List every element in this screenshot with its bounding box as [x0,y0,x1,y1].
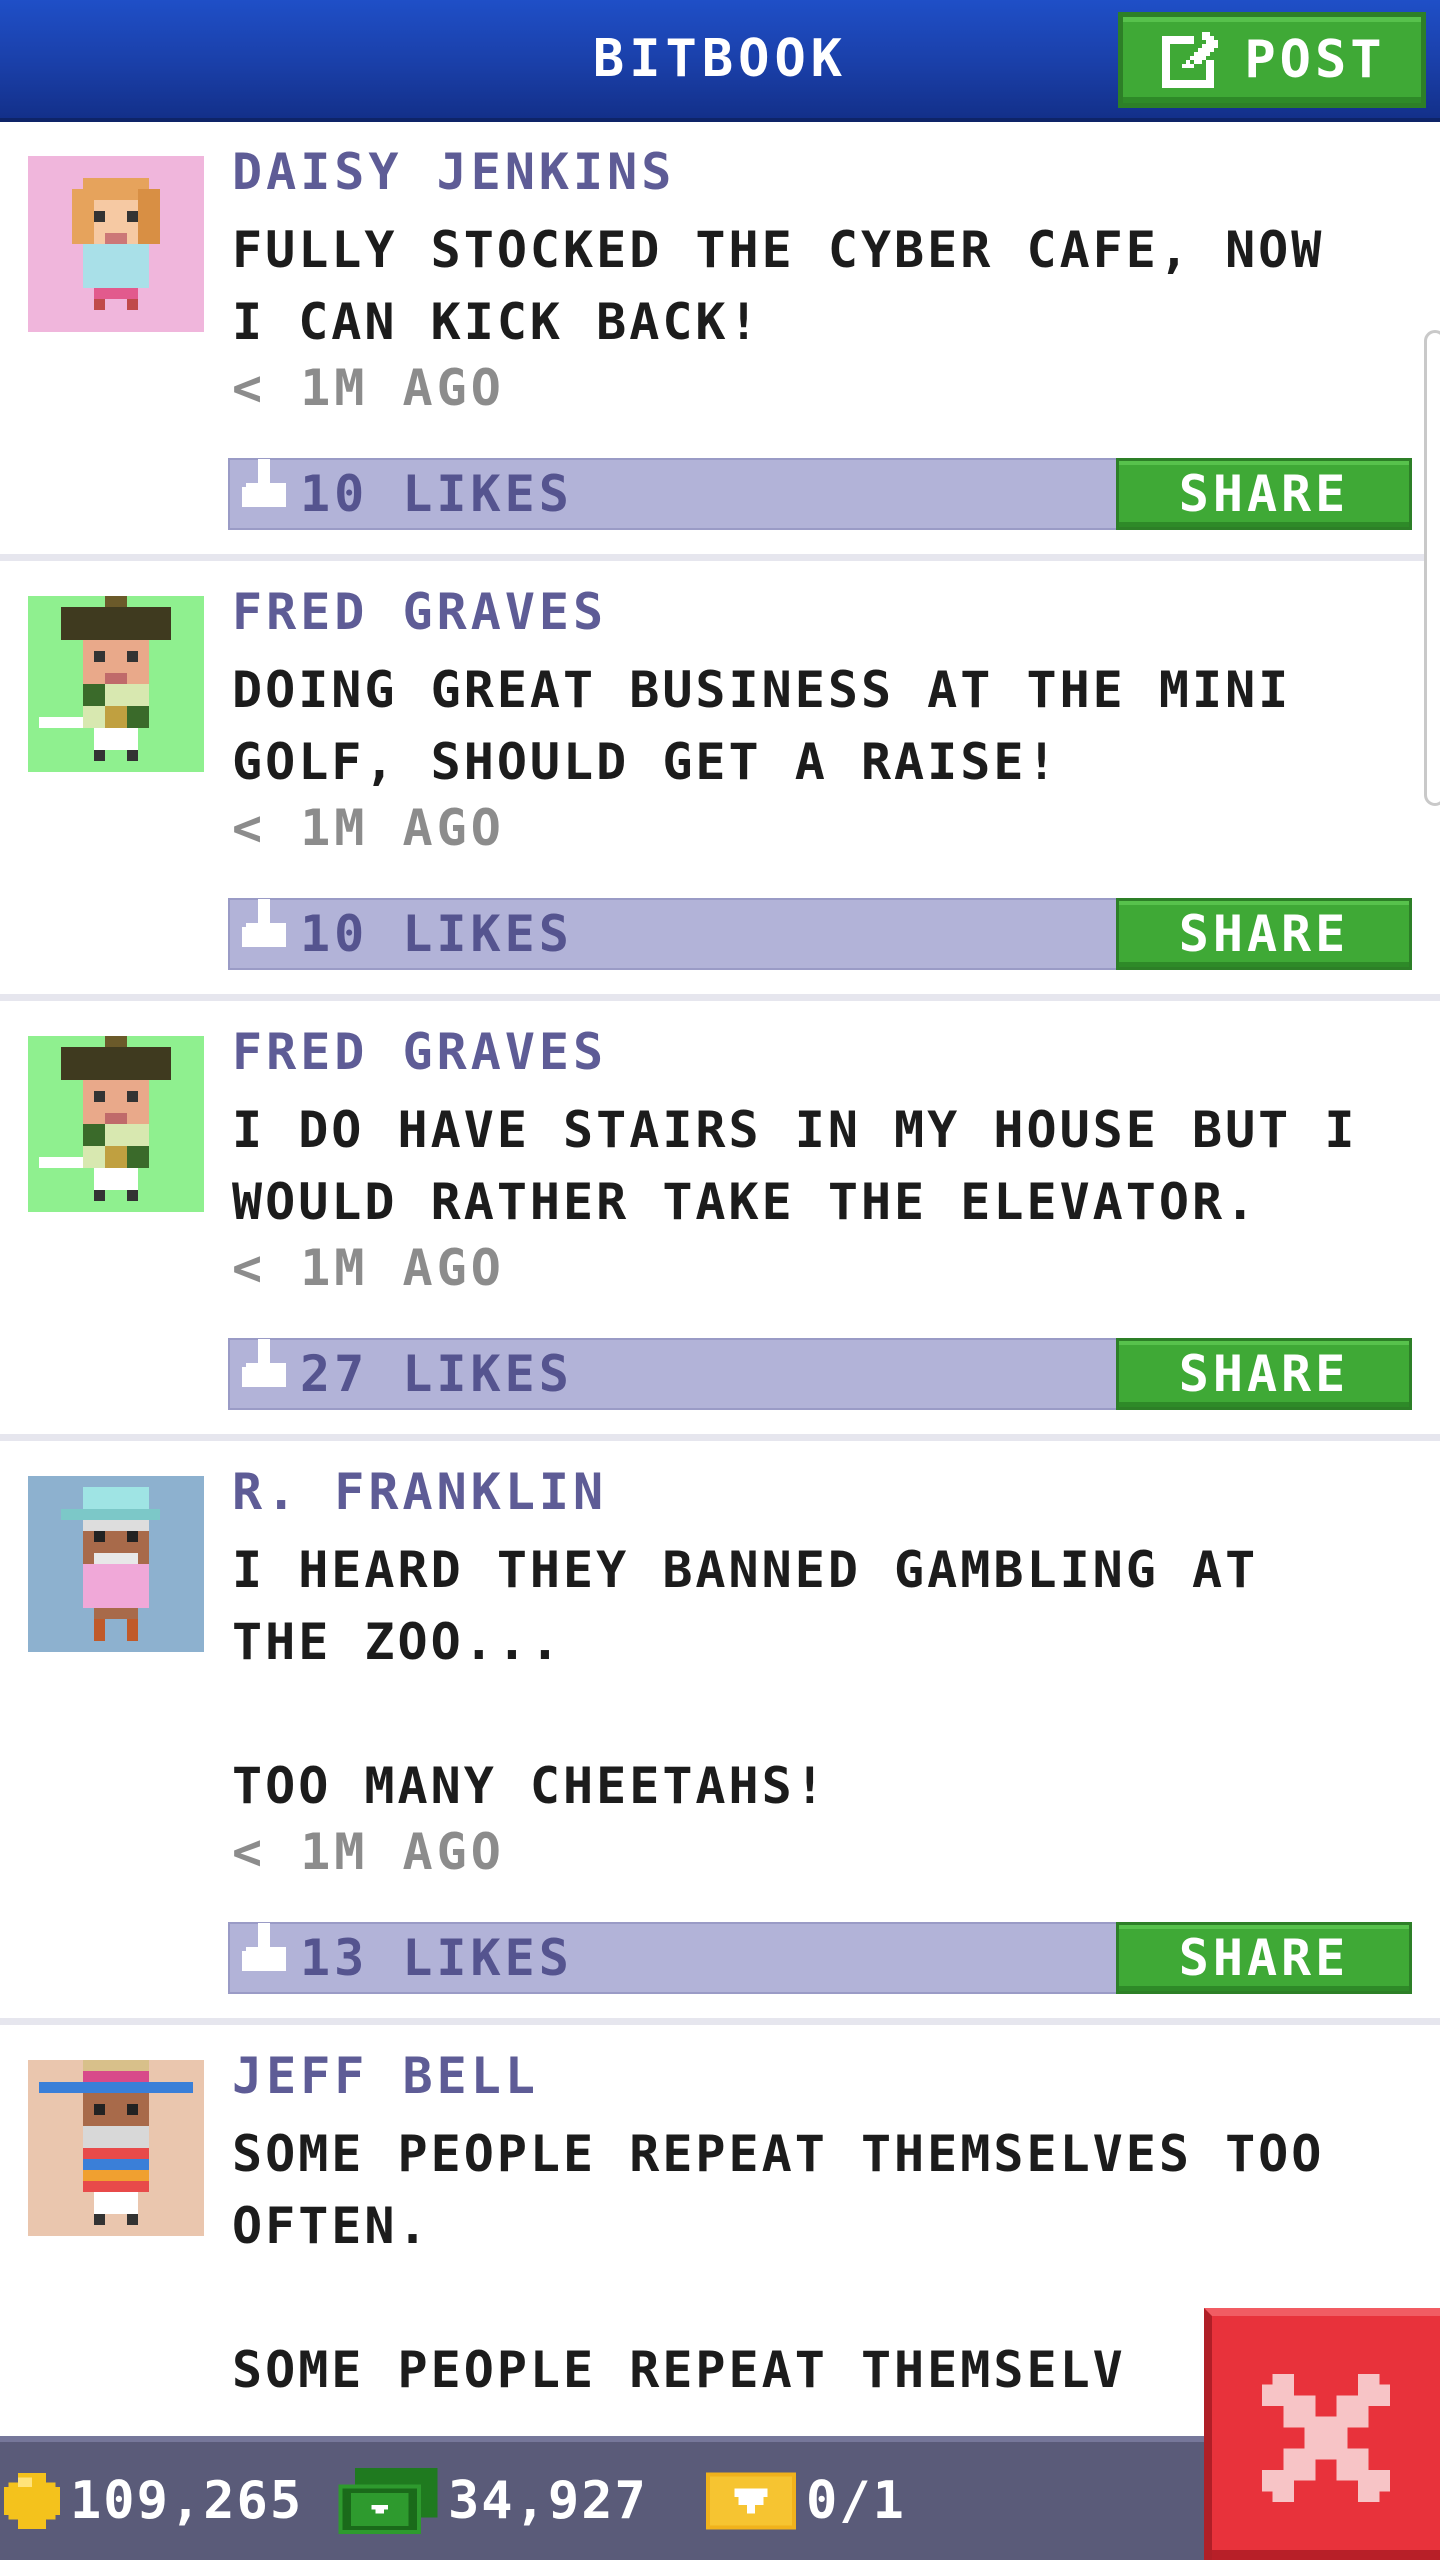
bux-icon [338,2468,438,2534]
coins-stat: 109,265 [4,2442,303,2560]
share-button[interactable]: SHARE [1116,898,1412,970]
feed-post: FRED GRAVES DOING GREAT BUSINESS AT THE … [0,562,1440,1002]
post-author[interactable]: JEFF BELL [232,2046,539,2106]
post-divider [0,554,1440,561]
post-text: I HEARD THEY BANNED GAMBLING AT THE ZOO.… [232,1541,1259,1815]
likes-bar: 13 LIKES SHARE [228,1922,1412,1994]
scrollbar-thumb[interactable] [1424,330,1440,806]
post-divider [0,994,1440,1001]
thumbs-up-icon [242,899,286,947]
post-text: DOING GREAT BUSINESS AT THE MINI GOLF, S… [232,661,1292,791]
like-button[interactable]: 27 LIKES [230,1339,573,1408]
post-author[interactable]: DAISY JENKINS [232,142,675,202]
post-timestamp: < 1M AGO [232,1823,505,1881]
like-button[interactable]: 10 LIKES [230,899,573,968]
tickets-stat: 0/1 [706,2442,906,2560]
golfer-avatar-icon[interactable] [28,1036,204,1212]
post-timestamp: < 1M AGO [232,799,505,857]
close-icon [1262,2374,1390,2502]
top-bar: BITBOOK POST [0,0,1440,122]
share-button[interactable]: SHARE [1116,458,1412,530]
feed-post: FRED GRAVES I DO HAVE STAIRS IN MY HOUSE… [0,1002,1440,1442]
likes-count: 10 LIKES [300,465,573,523]
post-timestamp: < 1M AGO [232,359,505,417]
coins-value: 109,265 [70,2471,304,2531]
bux-value: 34,927 [448,2471,648,2531]
post-author[interactable]: FRED GRAVES [232,582,607,642]
close-button[interactable] [1204,2308,1440,2560]
tickets-value: 0/1 [806,2471,906,2531]
thumbs-up-icon [242,1339,286,1387]
likes-bar: 27 LIKES SHARE [228,1338,1412,1410]
post-divider [0,2018,1440,2025]
edit-icon [1162,32,1219,88]
bux-stat: 34,927 [338,2442,648,2560]
post-text: FULLY STOCKED THE CYBER CAFE, NOW I CAN … [232,221,1325,351]
share-button[interactable]: SHARE [1116,1922,1412,1994]
golfer-avatar-icon[interactable] [28,596,204,772]
feed-post: R. FRANKLIN I HEARD THEY BANNED GAMBLING… [0,1442,1440,2026]
like-button[interactable]: 13 LIKES [230,1923,573,1992]
sombrero-man-avatar-icon[interactable] [28,2060,204,2236]
post-timestamp: < 1M AGO [232,1239,505,1297]
capped-man-avatar-icon[interactable] [28,1476,204,1652]
post-divider [0,1434,1440,1441]
likes-count: 10 LIKES [300,905,573,963]
post-button-label: POST [1244,30,1386,90]
ticket-icon [706,2472,796,2530]
post-button[interactable]: POST [1118,12,1426,108]
share-button[interactable]: SHARE [1116,1338,1412,1410]
feed-post: DAISY JENKINS FULLY STOCKED THE CYBER CA… [0,122,1440,562]
post-text: I DO HAVE STAIRS IN MY HOUSE BUT I WOULD… [232,1101,1358,1231]
likes-count: 13 LIKES [300,1929,573,1987]
likes-bar: 10 LIKES SHARE [228,898,1412,970]
thumbs-up-icon [242,459,286,507]
likes-count: 27 LIKES [300,1345,573,1403]
post-author[interactable]: R. FRANKLIN [232,1462,607,1522]
girl-avatar-icon[interactable] [28,156,204,332]
likes-bar: 10 LIKES SHARE [228,458,1412,530]
coin-icon [4,2473,60,2529]
like-button[interactable]: 10 LIKES [230,459,573,528]
post-author[interactable]: FRED GRAVES [232,1022,607,1082]
thumbs-up-icon [242,1923,286,1971]
